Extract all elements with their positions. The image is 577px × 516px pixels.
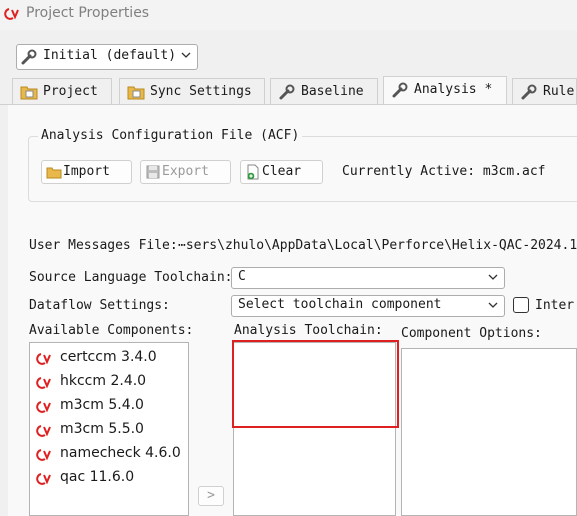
currently-active-label: Currently Active: m3cm.acf <box>342 164 546 179</box>
component-options-label: Component Options: <box>401 326 542 341</box>
user-messages-path: ⋯sers\zhulo\AppData\Local\Perforce\Helix… <box>178 238 577 253</box>
folder-icon <box>20 86 38 100</box>
window-title: Project Properties <box>26 5 150 21</box>
tab-rules[interactable]: Rule <box>512 78 577 104</box>
configuration-select-value: Initial (default) <box>43 48 177 63</box>
tab-label: Analysis * <box>414 82 493 97</box>
list-item[interactable]: qac 11.6.0 <box>36 468 186 490</box>
tab-label: Rule <box>543 84 575 99</box>
qac-component-icon <box>36 377 51 389</box>
acf-group-title: Analysis Configuration File (ACF) <box>38 128 303 143</box>
save-icon <box>146 165 160 179</box>
dataflow-value: Select toolchain component <box>238 297 442 312</box>
import-label: Import <box>63 164 110 179</box>
export-label: Export <box>162 164 209 179</box>
wrench-icon <box>279 84 295 100</box>
highlight-box <box>232 340 399 428</box>
new-document-icon <box>247 164 259 180</box>
list-item[interactable]: hkccm 2.4.0 <box>36 372 186 394</box>
analysis-toolchain-label: Analysis Toolchain: <box>234 323 383 338</box>
tab-project[interactable]: Project <box>12 78 112 104</box>
component-name: qac 11.6.0 <box>60 469 135 485</box>
qac-component-icon <box>36 449 51 461</box>
source-language-label: Source Language Toolchain: <box>29 270 233 285</box>
available-components-label: Available Components: <box>29 323 194 338</box>
export-button[interactable]: Export <box>140 160 231 184</box>
dataflow-label: Dataflow Settings: <box>29 298 170 313</box>
component-name: hkccm 2.4.0 <box>60 373 147 389</box>
tab-label: Project <box>43 84 98 99</box>
qac-component-icon <box>36 473 51 485</box>
add-to-toolchain-button[interactable]: > <box>198 486 224 506</box>
qac-app-icon <box>4 8 19 20</box>
tab-label: Baseline <box>301 84 364 99</box>
chevron-down-icon <box>488 302 498 308</box>
tab-sync-settings[interactable]: Sync Settings <box>119 78 265 104</box>
chevron-down-icon <box>181 52 191 58</box>
component-name: certccm 3.4.0 <box>60 349 157 365</box>
currently-active-value: m3cm.acf <box>482 164 546 179</box>
component-name: m3cm 5.4.0 <box>60 397 144 413</box>
list-item[interactable]: m3cm 5.4.0 <box>36 396 186 418</box>
source-language-select[interactable]: C <box>231 267 505 289</box>
wrench-icon <box>21 49 37 65</box>
tab-analysis[interactable]: Analysis * <box>383 76 507 106</box>
wrench-icon <box>521 84 537 100</box>
list-item[interactable]: namecheck 4.6.0 <box>36 444 186 466</box>
wrench-icon <box>392 82 408 98</box>
chevron-down-icon <box>488 274 498 280</box>
available-components-list[interactable]: certccm 3.4.0 hkccm 2.4.0 m3cm 5.4.0 m3c… <box>29 342 189 516</box>
qac-component-icon <box>36 401 51 413</box>
inter-checkbox[interactable] <box>513 297 529 313</box>
import-button[interactable]: Import <box>41 160 132 184</box>
component-options-panel[interactable] <box>401 348 577 516</box>
qac-component-icon <box>36 353 51 365</box>
source-language-value: C <box>238 269 246 284</box>
inter-checkbox-label: Inter <box>535 298 575 313</box>
component-name: m3cm 5.5.0 <box>60 421 144 437</box>
component-name: namecheck 4.6.0 <box>60 445 181 461</box>
clear-button[interactable]: Clear <box>240 160 323 184</box>
tab-baseline[interactable]: Baseline <box>270 78 378 104</box>
user-messages-label: User Messages File: <box>29 238 178 253</box>
dataflow-select[interactable]: Select toolchain component <box>231 295 505 317</box>
clear-label: Clear <box>262 164 302 179</box>
list-item[interactable]: m3cm 5.5.0 <box>36 420 186 442</box>
tab-label: Sync Settings <box>150 84 252 99</box>
qac-component-icon <box>36 425 51 437</box>
folder-icon <box>46 167 62 179</box>
list-item[interactable]: certccm 3.4.0 <box>36 348 186 370</box>
folder-icon <box>127 86 145 100</box>
configuration-select[interactable]: Initial (default) <box>16 44 198 70</box>
